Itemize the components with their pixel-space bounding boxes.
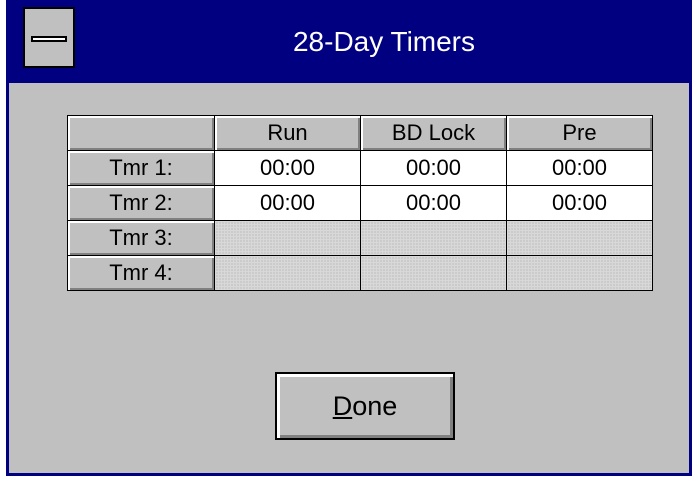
done-mnemonic: D <box>332 390 353 421</box>
grid-row-tmr1: Tmr 1: 00:00 00:00 00:00 <box>67 150 653 186</box>
tmr2-bd-lock-cell[interactable]: 00:00 <box>360 185 507 221</box>
column-header-run: Run <box>214 115 361 151</box>
title-bar: 28-Day Timers <box>9 0 689 83</box>
column-header-bd-lock: BD Lock <box>360 115 507 151</box>
tmr4-pre-cell <box>506 255 653 291</box>
grid-corner-cell <box>67 115 215 151</box>
tmr3-bd-lock-cell <box>360 220 507 256</box>
done-button[interactable]: Done <box>275 372 455 440</box>
tmr3-pre-cell <box>506 220 653 256</box>
grid-header-row: Run BD Lock Pre <box>67 115 653 151</box>
grid-row-tmr4: Tmr 4: <box>67 255 653 291</box>
tmr1-bd-lock-cell[interactable]: 00:00 <box>360 150 507 186</box>
row-header-tmr2: Tmr 2: <box>67 185 215 221</box>
grid-row-tmr2: Tmr 2: 00:00 00:00 00:00 <box>67 185 653 221</box>
column-header-pre: Pre <box>506 115 653 151</box>
done-label: one <box>352 390 398 421</box>
row-header-tmr4: Tmr 4: <box>67 255 215 291</box>
tmr4-bd-lock-cell <box>360 255 507 291</box>
window-title: 28-Day Timers <box>292 26 476 57</box>
timers-grid: Run BD Lock Pre Tmr 1: 00:00 00:00 00:00… <box>67 115 653 291</box>
dialog-body: Run BD Lock Pre Tmr 1: 00:00 00:00 00:00… <box>9 83 689 473</box>
system-menu-button[interactable] <box>23 7 75 68</box>
system-menu-icon <box>31 36 67 42</box>
dialog-window: 28-Day Timers Run BD Lock Pre Tmr 1: 00:… <box>6 0 692 476</box>
tmr1-pre-cell[interactable]: 00:00 <box>506 150 653 186</box>
tmr2-pre-cell[interactable]: 00:00 <box>506 185 653 221</box>
tmr4-run-cell <box>214 255 361 291</box>
row-header-tmr1: Tmr 1: <box>67 150 215 186</box>
grid-row-tmr3: Tmr 3: <box>67 220 653 256</box>
tmr2-run-cell[interactable]: 00:00 <box>214 185 361 221</box>
tmr3-run-cell <box>214 220 361 256</box>
row-header-tmr3: Tmr 3: <box>67 220 215 256</box>
tmr1-run-cell[interactable]: 00:00 <box>214 150 361 186</box>
